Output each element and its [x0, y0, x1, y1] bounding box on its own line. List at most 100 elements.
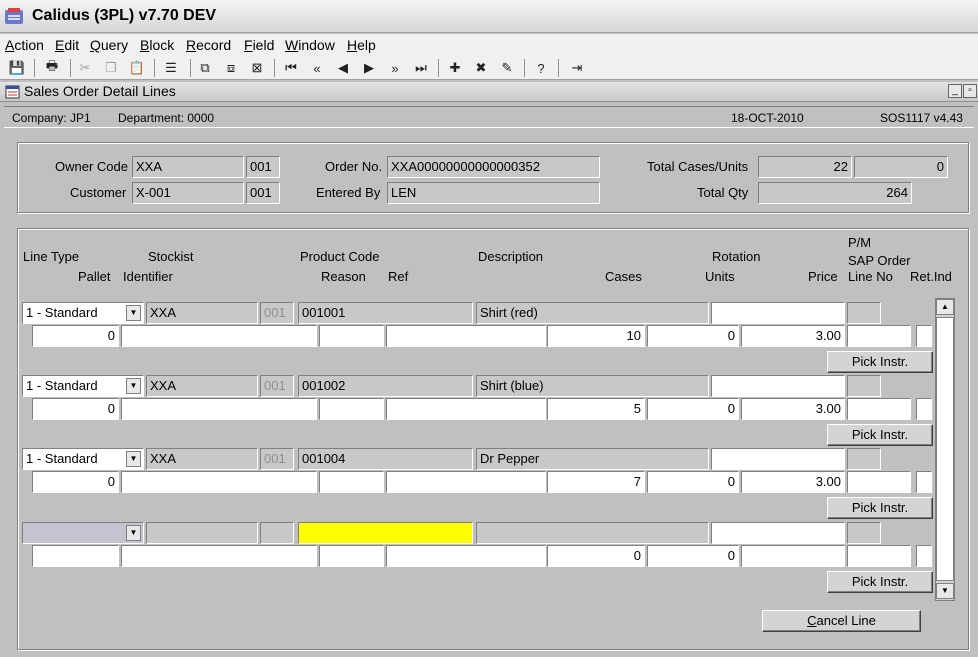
units-field[interactable]: 0: [647, 545, 739, 567]
order-no-field[interactable]: XXA00000000000000352: [387, 156, 600, 178]
description-field[interactable]: Shirt (red): [476, 302, 709, 324]
owner-code-suffix-field[interactable]: 001: [246, 156, 280, 178]
cut-icon[interactable]: ✂: [76, 59, 94, 77]
chevron-down-icon[interactable]: ▼: [126, 305, 141, 321]
customer-suffix-field[interactable]: 001: [246, 182, 280, 204]
last-record-icon[interactable]: ⏭: [412, 59, 430, 77]
insert-record-icon[interactable]: ✚: [446, 59, 464, 77]
line-type-select[interactable]: 1 - Standard ▼: [22, 302, 144, 324]
scroll-down-button[interactable]: ▼: [936, 583, 954, 599]
exit-icon[interactable]: ⇥: [568, 59, 586, 77]
units-field[interactable]: 0: [647, 398, 739, 420]
reason-field[interactable]: [319, 325, 384, 347]
query-enter-icon[interactable]: ⧉: [196, 59, 214, 77]
rotation-field[interactable]: [711, 302, 845, 324]
menu-field[interactable]: Field: [244, 37, 274, 53]
identifier-field[interactable]: [121, 545, 317, 567]
rotation-field[interactable]: [711, 375, 845, 397]
stockist-suffix-field[interactable]: 001: [260, 448, 294, 470]
pick-instructions-button[interactable]: Pick Instr.: [827, 571, 933, 593]
menu-window[interactable]: Window: [285, 37, 335, 53]
menu-action[interactable]: Action: [5, 37, 44, 53]
ref-field[interactable]: [386, 471, 546, 493]
total-units-field[interactable]: 0: [854, 156, 948, 178]
menu-edit[interactable]: Edit: [55, 37, 79, 53]
menu-query[interactable]: Query: [90, 37, 128, 53]
sap-line-no-field[interactable]: [847, 471, 911, 493]
product-code-field[interactable]: [298, 522, 473, 544]
query-cancel-icon[interactable]: ⊠: [248, 59, 266, 77]
product-code-field[interactable]: 001001: [298, 302, 473, 324]
units-field[interactable]: 0: [647, 325, 739, 347]
menu-block[interactable]: Block: [140, 37, 174, 53]
product-code-field[interactable]: 001002: [298, 375, 473, 397]
sap-line-no-field[interactable]: [847, 325, 911, 347]
cases-field[interactable]: 10: [547, 325, 645, 347]
price-field[interactable]: 3.00: [741, 325, 845, 347]
ret-ind-field[interactable]: [916, 398, 932, 420]
identifier-field[interactable]: [121, 471, 317, 493]
ret-ind-field[interactable]: [916, 471, 932, 493]
pick-instructions-button[interactable]: Pick Instr.: [827, 424, 933, 446]
units-field[interactable]: 0: [647, 471, 739, 493]
paste-icon[interactable]: 📋: [128, 59, 146, 77]
pm-field[interactable]: [847, 448, 881, 470]
query-execute-icon[interactable]: ⧈: [222, 59, 240, 77]
previous-record-icon[interactable]: ◀: [334, 59, 352, 77]
scroll-thumb[interactable]: [936, 317, 954, 581]
owner-code-field[interactable]: XXA: [132, 156, 244, 178]
ret-ind-field[interactable]: [916, 545, 932, 567]
lines-scrollbar[interactable]: ▲ ▼: [935, 298, 955, 601]
help-icon[interactable]: ?: [532, 59, 550, 77]
print-icon[interactable]: 🖶: [43, 58, 61, 77]
next-record-icon[interactable]: ▶: [360, 59, 378, 77]
pallet-field[interactable]: 0: [32, 471, 119, 493]
cancel-line-button[interactable]: Cancel Line: [762, 610, 921, 632]
stockist-field[interactable]: XXA: [146, 302, 258, 324]
price-field[interactable]: 3.00: [741, 398, 845, 420]
price-field[interactable]: 3.00: [741, 471, 845, 493]
price-field[interactable]: [741, 545, 845, 567]
sap-line-no-field[interactable]: [847, 545, 911, 567]
chevron-down-icon[interactable]: ▼: [126, 451, 141, 467]
identifier-field[interactable]: [121, 325, 317, 347]
product-code-field[interactable]: 001004: [298, 448, 473, 470]
scroll-up-button[interactable]: ▲: [936, 299, 954, 315]
rotation-field[interactable]: [711, 448, 845, 470]
reason-field[interactable]: [319, 398, 384, 420]
line-type-select[interactable]: 1 - Standard ▼: [22, 375, 144, 397]
total-qty-field[interactable]: 264: [758, 182, 912, 204]
menu-record[interactable]: Record: [186, 37, 231, 53]
stockist-field[interactable]: XXA: [146, 375, 258, 397]
pick-instructions-button[interactable]: Pick Instr.: [827, 351, 933, 373]
chevron-down-icon[interactable]: ▼: [126, 525, 141, 541]
stockist-suffix-field[interactable]: 001: [260, 302, 294, 324]
rotation-field[interactable]: [711, 522, 845, 544]
list-icon[interactable]: ☰: [162, 59, 180, 77]
pallet-field[interactable]: 0: [32, 398, 119, 420]
restore-button[interactable]: ▫: [963, 84, 977, 98]
description-field[interactable]: Dr Pepper: [476, 448, 709, 470]
pm-field[interactable]: [847, 375, 881, 397]
minimize-button[interactable]: _: [948, 84, 962, 98]
pm-field[interactable]: [847, 302, 881, 324]
stockist-field[interactable]: [146, 522, 258, 544]
stockist-suffix-field[interactable]: [260, 522, 294, 544]
first-record-icon[interactable]: ⏮: [282, 59, 300, 77]
cases-field[interactable]: 0: [547, 545, 645, 567]
ret-ind-field[interactable]: [916, 325, 932, 347]
previous-set-icon[interactable]: «: [308, 59, 326, 77]
pallet-field[interactable]: [32, 545, 119, 567]
reason-field[interactable]: [319, 471, 384, 493]
ref-field[interactable]: [386, 398, 546, 420]
pick-instructions-button[interactable]: Pick Instr.: [827, 497, 933, 519]
description-field[interactable]: Shirt (blue): [476, 375, 709, 397]
description-field[interactable]: [476, 522, 709, 544]
stockist-suffix-field[interactable]: 001: [260, 375, 294, 397]
ref-field[interactable]: [386, 545, 546, 567]
clear-record-icon[interactable]: ✎: [498, 59, 516, 77]
cases-field[interactable]: 5: [547, 398, 645, 420]
customer-field[interactable]: X-001: [132, 182, 244, 204]
ref-field[interactable]: [386, 325, 546, 347]
line-type-select[interactable]: 1 - Standard ▼: [22, 448, 144, 470]
